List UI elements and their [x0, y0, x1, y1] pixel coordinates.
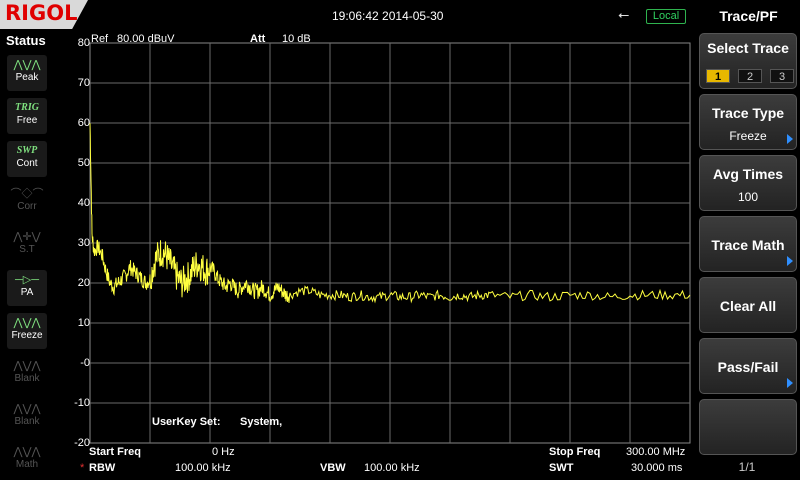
- status-label: Peak: [15, 72, 39, 83]
- vbw-label: VBW: [320, 462, 346, 474]
- empty-softkey[interactable]: [699, 399, 797, 455]
- avg-times-button[interactable]: Avg Times 100: [699, 155, 797, 211]
- select-trace-label: Select Trace: [707, 40, 789, 56]
- status-title: Status: [6, 33, 46, 48]
- status-label: Free: [16, 115, 38, 126]
- trace-type-value: Freeze: [729, 129, 767, 143]
- stop-freq-label: Stop Freq: [549, 446, 601, 458]
- status-label: Freeze: [11, 330, 43, 341]
- start-freq-label: Start Freq: [89, 446, 141, 458]
- status-label: Blank: [14, 373, 40, 384]
- att-value: 10 dB: [282, 33, 311, 45]
- trace-3-option[interactable]: 3: [770, 69, 794, 83]
- spectrum-plot[interactable]: [54, 30, 697, 480]
- status-st: ⋀✛⋁ S.T: [7, 227, 47, 263]
- vbw-value: 100.00 kHz: [364, 462, 420, 474]
- swp-icon: SWP: [16, 145, 38, 156]
- status-label: Blank: [14, 416, 40, 427]
- status-blank-2: ⋀⋁⋀ Blank: [7, 399, 47, 435]
- swt-label: SWT: [549, 462, 574, 474]
- status-trig: TRIG Free: [7, 98, 47, 134]
- trace-math-button[interactable]: Trace Math: [699, 216, 797, 272]
- trace-math-label: Trace Math: [711, 237, 785, 253]
- ref-value: 80.00 dBuV: [117, 33, 175, 45]
- status-label: Math: [15, 459, 39, 470]
- swt-value: 30.000 ms: [631, 462, 683, 474]
- rbw-label: RBW: [89, 462, 116, 474]
- status-pa: ─▷─ PA: [7, 270, 47, 306]
- menu-title: Trace/PF: [719, 8, 778, 24]
- trace-type-label: Trace Type: [711, 105, 785, 121]
- status-peak: ⋀⋁⋀ Peak: [7, 55, 47, 91]
- brand-text: RIGOL: [5, 1, 78, 25]
- freeze-icon: ⋀⋁⋀: [13, 317, 41, 329]
- blank-icon: ⋀⋁⋀: [13, 403, 41, 415]
- userkey-label: UserKey Set:: [152, 416, 221, 428]
- avg-times-label: Avg Times: [712, 166, 784, 182]
- pass-fail-button[interactable]: Pass/Fail: [699, 338, 797, 394]
- grid: [89, 42, 691, 444]
- ref-label: Ref: [91, 33, 109, 45]
- status-math: ⋀⋁⋀ Math: [7, 442, 47, 478]
- trace-selector: 1 2 3: [706, 69, 794, 84]
- pass-fail-label: Pass/Fail: [717, 359, 779, 375]
- blank-icon: ⋀⋁⋀: [13, 360, 41, 372]
- softkey-menu: Trace/PF Select Trace 1 2 3 Trace Type F…: [697, 0, 800, 480]
- submenu-arrow-icon: [787, 378, 793, 388]
- clear-all-button[interactable]: Clear All: [699, 277, 797, 333]
- submenu-arrow-icon: [787, 256, 793, 266]
- preamp-icon: ─▷─: [14, 274, 40, 286]
- status-label: Cont: [16, 158, 38, 169]
- status-corr: ⌒◇⌒ Corr: [7, 184, 47, 220]
- rigol-logo: RIGOL: [0, 0, 88, 29]
- status-blank-1: ⋀⋁⋀ Blank: [7, 356, 47, 392]
- trace-1-option[interactable]: 1: [706, 69, 730, 83]
- status-label: Corr: [17, 201, 37, 212]
- local-badge: Local: [646, 9, 686, 24]
- status-label: PA: [20, 287, 34, 298]
- signal-track-icon: ⋀✛⋁: [13, 231, 41, 243]
- start-freq-value: 0 Hz: [212, 446, 235, 458]
- select-trace-button[interactable]: Select Trace 1 2 3: [699, 33, 797, 89]
- usb-icon: ⭠: [618, 6, 630, 22]
- clear-all-label: Clear All: [719, 298, 777, 314]
- status-panel: Status ⋀⋁⋀ Peak TRIG Free SWP Cont ⌒◇⌒ C…: [0, 30, 54, 480]
- trig-icon: TRIG: [15, 102, 39, 113]
- correction-icon: ⌒◇⌒: [10, 188, 44, 200]
- datetime: 19:06:42 2014-05-30: [332, 9, 444, 23]
- att-label: Att: [250, 33, 266, 45]
- trace-type-button[interactable]: Trace Type Freeze: [699, 94, 797, 150]
- submenu-arrow-icon: [787, 134, 793, 144]
- status-label: S.T: [19, 244, 35, 255]
- top-bar: RIGOL 19:06:42 2014-05-30 ⭠ Local: [0, 0, 697, 30]
- avg-times-value: 100: [737, 190, 759, 204]
- math-icon: ⋀⋁⋀: [13, 446, 41, 458]
- peak-icon: ⋀⋁⋀: [13, 59, 41, 71]
- rbw-marker: *: [80, 462, 85, 474]
- stop-freq-value: 300.00 MHz: [626, 446, 686, 458]
- status-freeze: ⋀⋁⋀ Freeze: [7, 313, 47, 349]
- page-indicator: 1/1: [738, 460, 756, 474]
- rbw-value: 100.00 kHz: [175, 462, 231, 474]
- trace-2-option[interactable]: 2: [738, 69, 762, 83]
- userkey-value: System,: [240, 416, 283, 428]
- status-swp: SWP Cont: [7, 141, 47, 177]
